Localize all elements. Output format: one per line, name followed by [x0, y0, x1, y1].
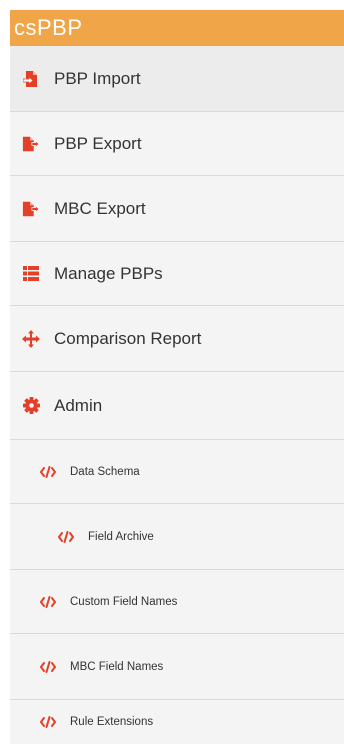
menu-item-label: MBC Export [54, 198, 146, 218]
submenu-item-custom-field-names[interactable]: Custom Field Names [10, 570, 344, 634]
submenu-item-label: Data Schema [70, 465, 140, 478]
menu-item-admin[interactable]: Admin [10, 372, 344, 440]
submenu-item-label: Rule Extensions [70, 716, 154, 728]
file-export-icon [22, 135, 40, 153]
code-icon [58, 530, 74, 543]
menu-item-label: PBP Export [54, 133, 142, 153]
submenu-item-rule-extensions[interactable]: Rule Extensions [10, 700, 344, 744]
menu-item-label: Manage PBPs [54, 263, 163, 283]
submenu-item-label: MBC Field Names [70, 660, 164, 673]
file-export-icon [22, 200, 40, 218]
gear-icon [22, 397, 40, 415]
app-header: csPBP [10, 10, 344, 46]
menu-item-label: PBP Import [54, 68, 141, 88]
submenu-item-label: Custom Field Names [70, 595, 178, 608]
sidebar: csPBP PBP Import PBP Export MBC Export M… [10, 10, 344, 744]
menu-item-pbp-import[interactable]: PBP Import [10, 46, 344, 112]
code-icon [40, 660, 56, 673]
code-icon [40, 716, 56, 728]
submenu-item-label: Field Archive [88, 530, 154, 543]
menu-item-mbc-export[interactable]: MBC Export [10, 176, 344, 242]
submenu-item-data-schema[interactable]: Data Schema [10, 440, 344, 504]
menu-item-manage-pbps[interactable]: Manage PBPs [10, 242, 344, 306]
menu-item-label: Comparison Report [54, 328, 202, 348]
app-title: csPBP [14, 15, 83, 40]
submenu-item-mbc-field-names[interactable]: MBC Field Names [10, 634, 344, 700]
arrows-move-icon [22, 329, 40, 348]
list-icon [22, 265, 40, 283]
menu-item-label: Admin [54, 395, 103, 415]
menu-item-pbp-export[interactable]: PBP Export [10, 112, 344, 176]
code-icon [40, 595, 56, 608]
submenu-item-field-archive[interactable]: Field Archive [10, 504, 344, 570]
code-icon [40, 465, 56, 478]
file-import-icon [22, 70, 40, 88]
menu-item-comparison-report[interactable]: Comparison Report [10, 306, 344, 372]
